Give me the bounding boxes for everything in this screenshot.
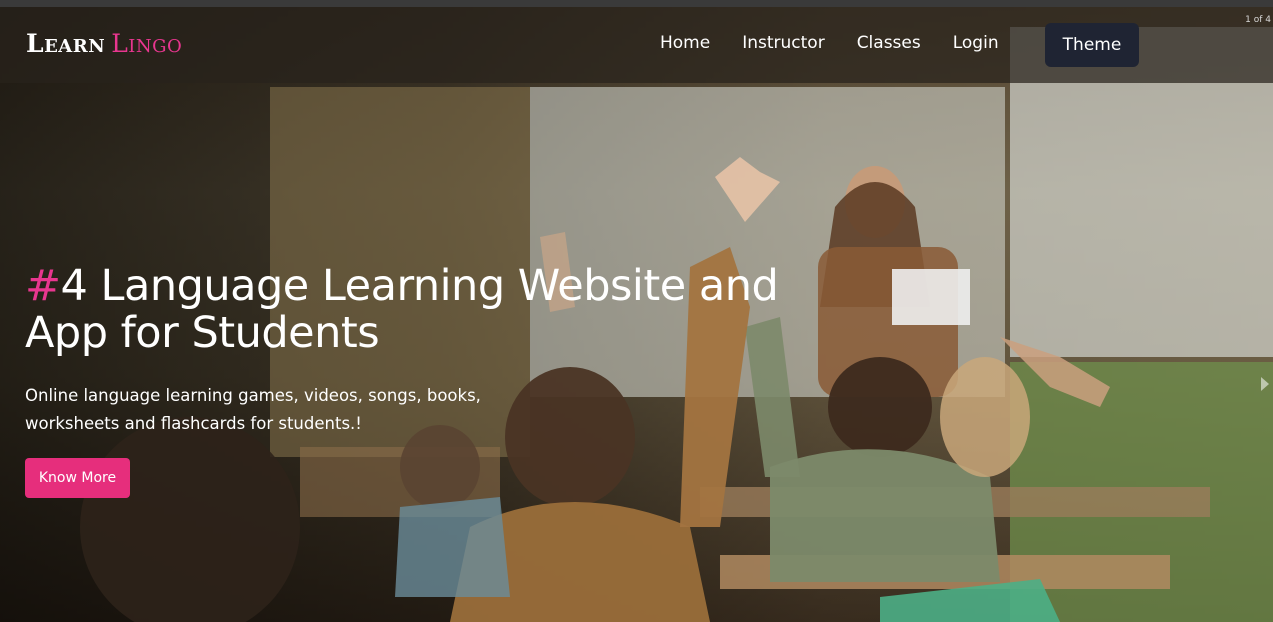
nav-login[interactable]: Login (953, 33, 999, 53)
brand-logo[interactable]: Learn Lingo (26, 29, 182, 58)
top-navbar: Learn Lingo Home Instructor Classes Login… (0, 7, 1273, 83)
slide-pager: 1 of 4 (1245, 15, 1271, 25)
hero-subtext: Online language learning games, videos, … (25, 386, 481, 433)
chevron-right-icon[interactable] (1261, 377, 1269, 391)
window-top-strip (0, 0, 1273, 7)
know-more-button[interactable]: Know More (25, 458, 130, 498)
theme-button[interactable]: Theme (1045, 23, 1139, 67)
brand-word-lingo: Lingo (111, 29, 183, 58)
nav-instructor[interactable]: Instructor (742, 33, 824, 53)
nav-links: Home Instructor Classes Login (660, 33, 1031, 53)
nav-classes[interactable]: Classes (857, 33, 921, 53)
brand-word-learn: Learn (26, 29, 106, 58)
hero-hash: # (25, 261, 61, 311)
hero-headline-text: 4 Language Learning Website and App for … (25, 261, 779, 358)
hero-headline: #4 Language Learning Website and App for… (25, 263, 805, 357)
nav-home[interactable]: Home (660, 33, 710, 53)
hero-slider: Learn Lingo Home Instructor Classes Login… (0, 7, 1273, 622)
